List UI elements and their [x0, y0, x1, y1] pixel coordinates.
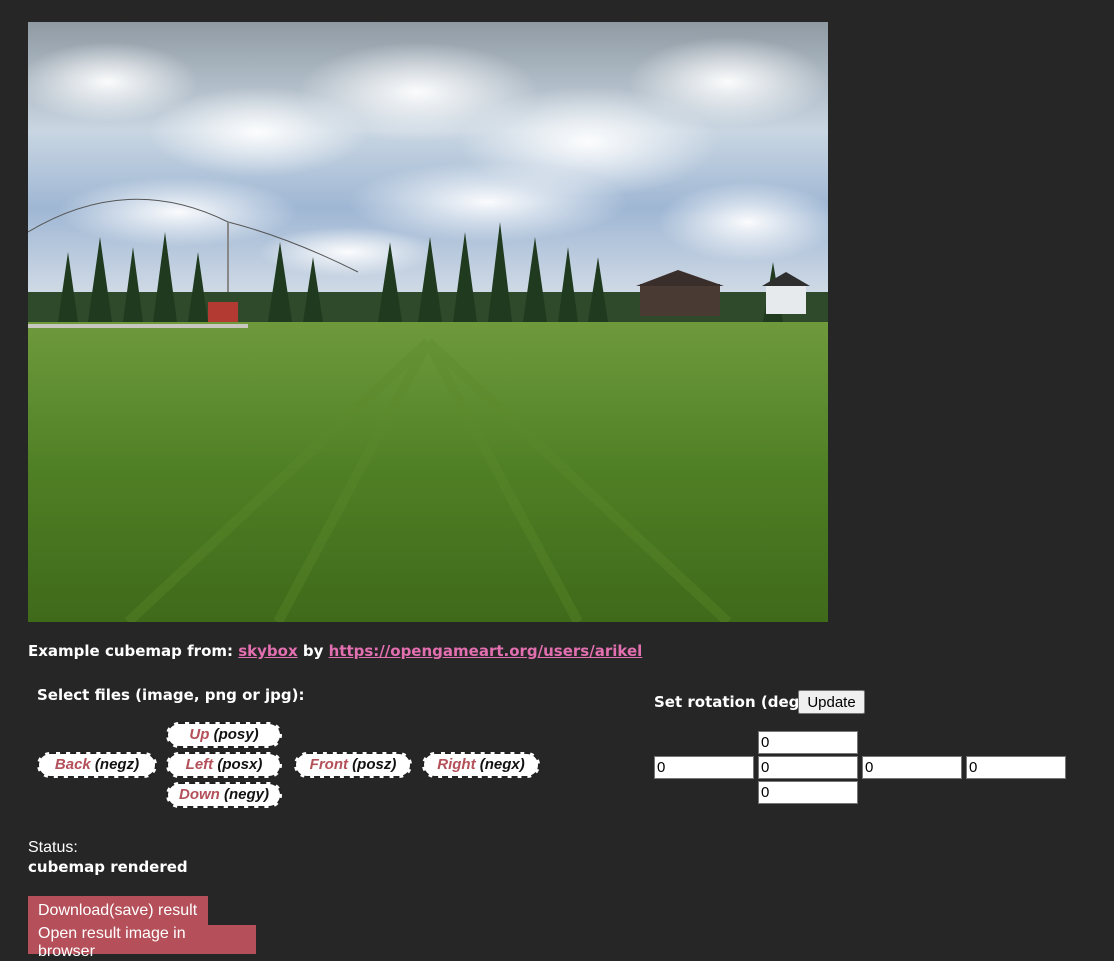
rotation-right-input[interactable] — [966, 756, 1066, 779]
face-up-code: (posy) — [213, 726, 259, 743]
open-in-browser-button[interactable]: Open result image in browser — [28, 925, 256, 960]
status-value: cubemap rendered — [28, 858, 188, 876]
status-label: Status: — [28, 839, 78, 856]
rotation-up-input[interactable] — [758, 731, 858, 754]
face-front-code: (posz) — [352, 756, 397, 773]
face-front-name: Front — [309, 756, 348, 773]
credits-prefix: Example cubemap from: — [28, 642, 233, 660]
face-left-code: (posx) — [217, 756, 263, 773]
face-back-button[interactable]: Back (negz) — [37, 752, 157, 778]
rotation-left-input[interactable] — [758, 756, 858, 779]
face-up-button[interactable]: Up (posy) — [166, 722, 282, 748]
face-down-name: Down — [179, 786, 220, 803]
author-link[interactable]: https://opengameart.org/users/arikel — [329, 642, 643, 660]
face-right-button[interactable]: Right (negx) — [422, 752, 540, 778]
rotation-back-input[interactable] — [654, 756, 754, 779]
face-right-code: (negx) — [479, 756, 525, 773]
face-front-button[interactable]: Front (posz) — [294, 752, 412, 778]
face-right-name: Right — [437, 756, 476, 773]
rotation-front-input[interactable] — [862, 756, 962, 779]
credits-by: by — [302, 642, 324, 660]
face-left-name: Left — [185, 756, 214, 773]
face-up-name: Up — [189, 726, 210, 743]
rotation-label: Set rotation (deg): — [654, 693, 813, 711]
select-files-label: Select files (image, png or jpg): — [37, 686, 305, 704]
panorama-image — [28, 22, 828, 622]
face-back-code: (negz) — [94, 756, 140, 773]
credits-line: Example cubemap from: skybox by https://… — [28, 642, 642, 660]
panorama-preview — [28, 22, 828, 622]
face-left-button[interactable]: Left (posx) — [166, 752, 282, 778]
download-button[interactable]: Download(save) result — [28, 896, 208, 925]
face-down-button[interactable]: Down (negy) — [166, 782, 282, 808]
skybox-link[interactable]: skybox — [238, 642, 297, 660]
face-down-code: (negy) — [224, 786, 269, 803]
update-button[interactable]: Update — [798, 690, 865, 714]
face-back-name: Back — [54, 756, 91, 773]
rotation-down-input[interactable] — [758, 781, 858, 804]
